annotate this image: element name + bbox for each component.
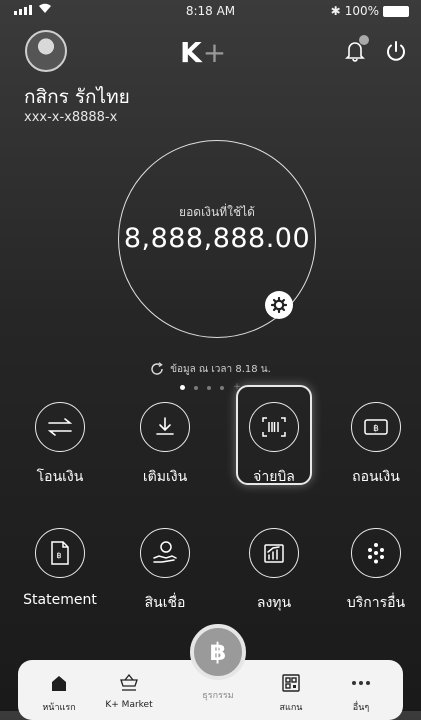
nav-market[interactable]: K+ Market bbox=[94, 673, 164, 710]
menu-invest[interactable]: ลงทุน bbox=[226, 528, 322, 614]
balance-label: ยอดเงินที่ใช้ได้ bbox=[179, 205, 255, 219]
notification-badge bbox=[359, 35, 369, 45]
more-services-icon bbox=[351, 528, 401, 578]
balance-circle[interactable]: ยอดเงินที่ใช้ได้ 8,888,888.00 bbox=[118, 140, 316, 338]
battery-percent: 100% bbox=[344, 4, 379, 18]
menu-statement[interactable]: ฿ Statement bbox=[12, 528, 108, 608]
kplus-logo: K+ bbox=[180, 36, 226, 69]
menu-topup[interactable]: เติมเงิน bbox=[117, 402, 213, 488]
nav-transaction-label: ธุรกรรม bbox=[202, 691, 234, 701]
avatar[interactable] bbox=[25, 30, 67, 72]
refresh-icon[interactable] bbox=[150, 362, 164, 376]
baht-icon: ฿ bbox=[209, 638, 227, 666]
nav-home[interactable]: หน้าแรก bbox=[24, 674, 94, 714]
power-icon[interactable] bbox=[385, 40, 407, 62]
invest-icon bbox=[249, 528, 299, 578]
menu-loan[interactable]: สินเชื่อ bbox=[117, 528, 213, 614]
scan-bill-icon bbox=[249, 402, 299, 452]
more-dots-icon bbox=[352, 681, 370, 685]
account-name: กสิกร รักไทย bbox=[24, 86, 130, 108]
menu-withdraw[interactable]: ฿ ถอนเงิน bbox=[328, 402, 421, 488]
home-icon bbox=[52, 676, 66, 691]
balance-amount: 8,888,888.00 bbox=[123, 223, 311, 254]
nav-more[interactable]: อื่นๆ bbox=[326, 674, 396, 714]
withdraw-icon: ฿ bbox=[351, 402, 401, 452]
menu-transfer[interactable]: โอนเงิน bbox=[12, 402, 108, 488]
nav-scan[interactable]: สแกน bbox=[256, 674, 326, 714]
transaction-center-button[interactable]: ฿ bbox=[190, 624, 246, 680]
svg-text:฿: ฿ bbox=[56, 551, 61, 560]
qr-scan-icon bbox=[282, 674, 300, 692]
bluetooth-icon: ✱ bbox=[330, 4, 341, 18]
svg-text:฿: ฿ bbox=[373, 424, 379, 434]
loan-icon bbox=[140, 528, 190, 578]
last-updated: ข้อมูล ณ เวลา 8.18 น. bbox=[0, 362, 421, 377]
battery-icon bbox=[383, 5, 409, 17]
status-bar: 8:18 AM ✱ 100% bbox=[0, 0, 421, 24]
topup-icon bbox=[140, 402, 190, 452]
account-number: xxx-x-x8888-x bbox=[24, 110, 118, 125]
notification-bell-icon[interactable] bbox=[345, 35, 369, 62]
menu-more-services[interactable]: บริการอื่น bbox=[328, 528, 421, 614]
transfer-icon bbox=[35, 402, 85, 452]
settings-gear-icon[interactable] bbox=[265, 291, 293, 319]
page-indicator[interactable]: + bbox=[0, 383, 421, 392]
market-icon bbox=[120, 673, 138, 691]
menu-pay-bill[interactable]: จ่ายบิล bbox=[226, 402, 322, 488]
statement-icon: ฿ bbox=[35, 528, 85, 578]
